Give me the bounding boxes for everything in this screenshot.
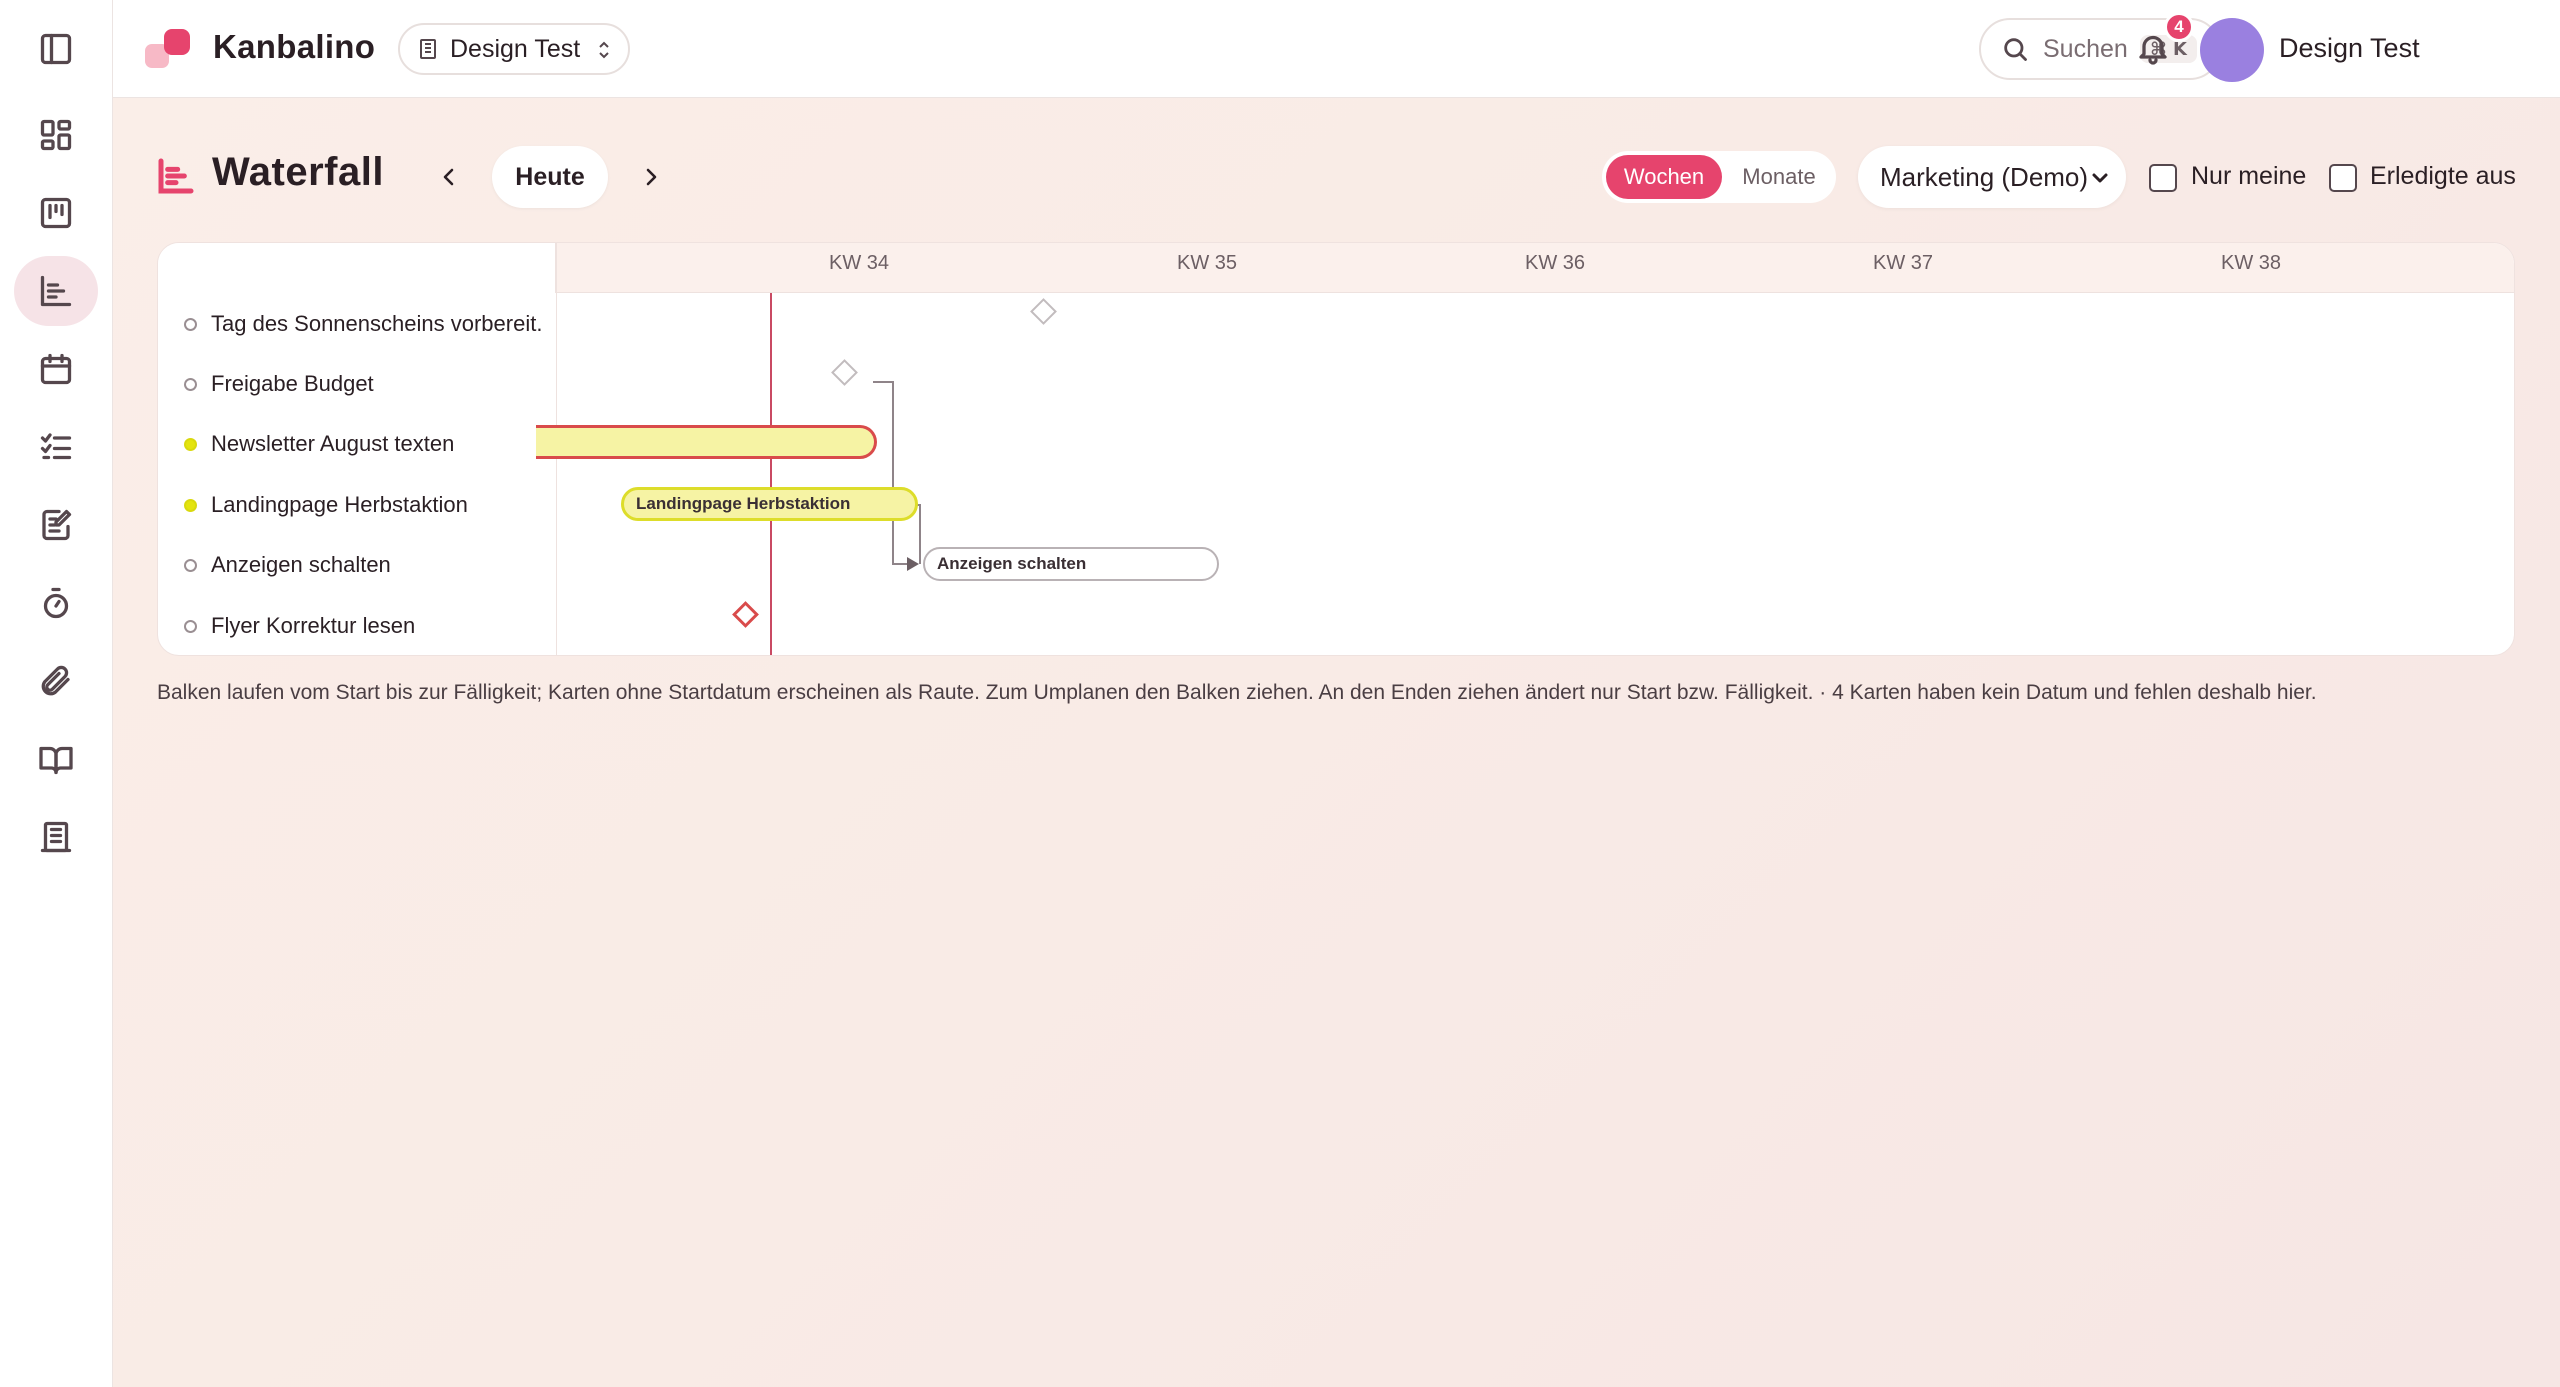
page-title: Waterfall [212, 150, 384, 194]
panel-left-icon [40, 33, 72, 65]
status-dot [184, 377, 197, 391]
task-row-label[interactable]: Landingpage Herbstaktion [184, 490, 544, 520]
week-label: KW 38 [2220, 252, 2282, 274]
today-line [770, 293, 772, 655]
chevron-right-icon [646, 168, 657, 186]
building-icon [40, 821, 72, 853]
only-mine-checkbox[interactable] [2149, 164, 2177, 192]
chevron-down-icon [2092, 173, 2108, 183]
toggle-months[interactable]: Monate [1726, 155, 1832, 199]
calendar-icon [40, 353, 72, 385]
sidebar-item-attachments[interactable] [14, 646, 98, 716]
status-dot [184, 498, 197, 512]
milestone-diamond[interactable] [1030, 298, 1057, 325]
stopwatch-icon [43, 587, 69, 619]
sidebar-item-board[interactable] [14, 178, 98, 248]
task-name: Landingpage Herbstaktion [211, 492, 468, 517]
task-name: Anzeigen schalten [211, 552, 391, 577]
task-row-label[interactable]: Anzeigen schalten [184, 550, 544, 580]
board-select-value: Marketing (Demo) [1880, 161, 2089, 192]
hide-done-label[interactable]: Erledigte aus [2370, 162, 2516, 191]
sidebar-item-docs[interactable] [14, 724, 98, 794]
task-bar-newsletter[interactable] [536, 425, 877, 459]
task-name: Tag des Sonnenscheins vorbereit... [211, 311, 544, 336]
waterfall-chart-icon [156, 156, 196, 196]
toggle-weeks[interactable]: Wochen [1606, 155, 1722, 199]
hide-done-checkbox[interactable] [2329, 164, 2357, 192]
grid-icon [40, 119, 72, 151]
next-period-button[interactable] [636, 160, 666, 194]
sidebar-item-notes[interactable] [14, 490, 98, 560]
top-bar: Kanbalino Design Test Suchen ⌘ K [113, 0, 2560, 98]
task-name: Newsletter August texten [211, 431, 455, 456]
status-dot [184, 619, 197, 633]
workspace-switcher[interactable]: Design Test [398, 23, 630, 75]
task-row-label[interactable]: Newsletter August texten [184, 429, 544, 459]
task-name: Freigabe Budget [211, 371, 374, 396]
previous-period-button[interactable] [434, 160, 464, 194]
sidebar-item-timer[interactable] [14, 568, 98, 638]
kanban-icon [40, 197, 72, 229]
timeline-header: KW 34 KW 35 KW 36 KW 37 KW 38 [158, 243, 2514, 293]
task-bar-landingpage[interactable]: Landingpage Herbstaktion [621, 487, 918, 521]
waterfall-chart-icon [40, 275, 72, 307]
task-row-label[interactable]: Tag des Sonnenscheins vorbereit... [184, 309, 544, 339]
user-name[interactable]: Design Test [2279, 33, 2420, 64]
checklist-icon [40, 433, 72, 460]
sidebar-item-calendar[interactable] [14, 334, 98, 404]
milestone-diamond[interactable] [831, 359, 858, 386]
workspace-name: Design Test [450, 34, 581, 63]
status-dot [184, 558, 197, 572]
today-button[interactable]: Heute [492, 146, 608, 208]
sidebar-item-organization[interactable] [14, 802, 98, 872]
avatar[interactable] [2200, 18, 2264, 82]
edit-note-icon [42, 509, 72, 541]
task-name: Flyer Korrektur lesen [211, 613, 416, 638]
view-toggle: Wochen Monate [1602, 151, 1836, 203]
notification-count-badge: 4 [2164, 12, 2194, 42]
task-bar-anzeigen[interactable]: Anzeigen schalten [923, 547, 1219, 581]
sidebar [0, 0, 113, 1387]
gantt-chart: KW 34 KW 35 KW 36 KW 37 KW 38 Tag des So… [157, 242, 2515, 656]
search-label: Suchen [2043, 34, 2128, 63]
book-icon [39, 746, 73, 775]
week-label: KW 34 [828, 252, 890, 274]
sidebar-toggle-button[interactable] [14, 14, 98, 84]
status-dot [184, 317, 197, 331]
week-label: KW 35 [1176, 252, 1238, 274]
help-caption: Balken laufen vom Start bis zur Fälligke… [157, 681, 2317, 704]
board-select[interactable]: Marketing (Demo) [1858, 146, 2126, 208]
task-column-header [158, 243, 556, 293]
paperclip-icon [41, 665, 70, 696]
chevron-up-down-icon [599, 41, 609, 59]
building-icon [420, 39, 436, 59]
sidebar-item-dashboard[interactable] [14, 100, 98, 170]
brand-name[interactable]: Kanbalino [213, 28, 375, 66]
task-row-label[interactable]: Flyer Korrektur lesen [184, 611, 544, 641]
week-label: KW 36 [1524, 252, 1586, 274]
week-label: KW 37 [1872, 252, 1934, 274]
sidebar-item-tasks[interactable] [14, 412, 98, 482]
only-mine-label[interactable]: Nur meine [2191, 162, 2306, 191]
sidebar-item-waterfall[interactable] [14, 256, 98, 326]
chevron-left-icon [443, 168, 454, 186]
status-dot [184, 437, 197, 451]
milestone-diamond-overdue[interactable] [732, 601, 759, 628]
search-icon [2004, 38, 2027, 61]
task-row-label[interactable]: Freigabe Budget [184, 369, 544, 399]
logo[interactable] [143, 26, 199, 72]
